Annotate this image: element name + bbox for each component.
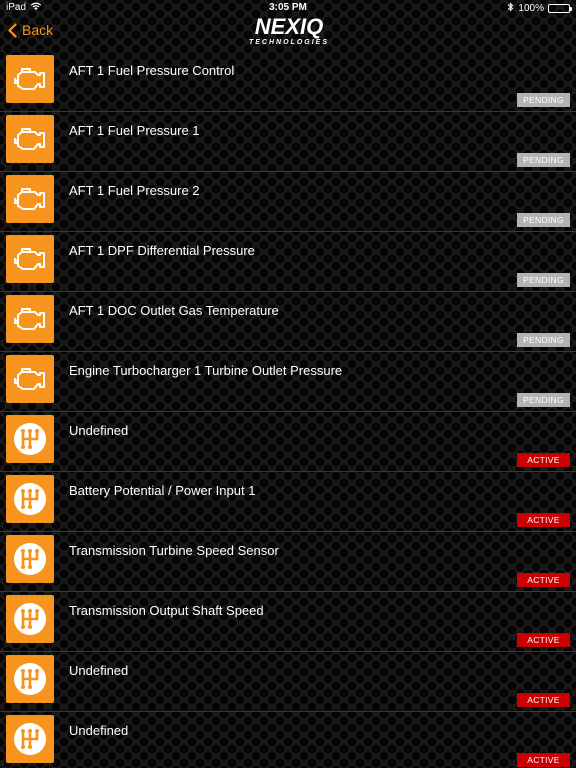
- transmission-icon: [6, 415, 54, 463]
- engine-icon: [6, 175, 54, 223]
- transmission-icon: [6, 535, 54, 583]
- list-item-label: AFT 1 Fuel Pressure 1: [69, 123, 200, 138]
- status-badge: ACTIVE: [517, 693, 570, 707]
- list-item-label: Undefined: [69, 423, 129, 438]
- status-badge: ACTIVE: [517, 573, 570, 587]
- list-item-label: AFT 1 Fuel Pressure 2: [69, 183, 200, 198]
- list-item[interactable]: Transmission Output Shaft Speed ACTIVE: [0, 592, 576, 652]
- transmission-icon: [6, 655, 54, 703]
- engine-icon: [6, 235, 54, 283]
- list-item-label: Engine Turbocharger 1 Turbine Outlet Pre…: [69, 363, 343, 378]
- list-item-label: Undefined: [69, 663, 129, 678]
- list-item-label: Transmission Turbine Speed Sensor: [69, 543, 279, 558]
- list-item[interactable]: AFT 1 DPF Differential Pressure PENDING: [0, 232, 576, 292]
- list-item[interactable]: AFT 1 DOC Outlet Gas Temperature PENDING: [0, 292, 576, 352]
- list-item[interactable]: AFT 1 Fuel Pressure 1 PENDING: [0, 112, 576, 172]
- battery-icon: [548, 4, 572, 13]
- screen: iPad 3:05 PM 100% Back NEXIQ TECHNOLOGIE…: [0, 0, 576, 768]
- list-item[interactable]: Undefined ACTIVE: [0, 412, 576, 472]
- status-badge: PENDING: [517, 213, 570, 227]
- back-label: Back: [22, 22, 54, 38]
- status-badge: PENDING: [517, 273, 570, 287]
- transmission-icon: [6, 715, 54, 763]
- engine-icon: [6, 355, 54, 403]
- list-item[interactable]: Undefined ACTIVE: [0, 712, 576, 768]
- engine-icon: [6, 55, 54, 103]
- status-badge: PENDING: [517, 153, 570, 167]
- back-button[interactable]: Back: [8, 22, 53, 38]
- status-badge: ACTIVE: [517, 513, 570, 527]
- transmission-icon: [6, 595, 54, 643]
- list-item-label: AFT 1 Fuel Pressure Control: [69, 63, 235, 78]
- list-item[interactable]: Undefined ACTIVE: [0, 652, 576, 712]
- status-badge: PENDING: [517, 93, 570, 107]
- status-badge: ACTIVE: [517, 633, 570, 647]
- transmission-icon: [6, 475, 54, 523]
- list-item-label: Battery Potential / Power Input 1: [69, 483, 256, 498]
- engine-icon: [6, 115, 54, 163]
- list-item-label: Undefined: [69, 723, 129, 738]
- clock: 3:05 PM: [269, 2, 307, 13]
- bluetooth-icon: [507, 2, 514, 15]
- logo-brand: NEXIQ: [254, 14, 324, 39]
- battery-percent: 100%: [518, 3, 544, 14]
- logo-subtitle: TECHNOLOGIES: [248, 39, 329, 46]
- status-badge: ACTIVE: [517, 753, 570, 767]
- list-item[interactable]: Battery Potential / Power Input 1 ACTIVE: [0, 472, 576, 532]
- fault-list: AFT 1 Fuel Pressure Control PENDING AFT 1…: [0, 52, 576, 768]
- list-item[interactable]: AFT 1 Fuel Pressure Control PENDING: [0, 52, 576, 112]
- engine-icon: [6, 295, 54, 343]
- list-item[interactable]: AFT 1 Fuel Pressure 2 PENDING: [0, 172, 576, 232]
- status-badge: ACTIVE: [517, 453, 570, 467]
- nexiq-logo: NEXIQ TECHNOLOGIES: [244, 16, 334, 50]
- chevron-left-icon: [8, 22, 17, 38]
- list-item[interactable]: Transmission Turbine Speed Sensor ACTIVE: [0, 532, 576, 592]
- list-item[interactable]: Engine Turbocharger 1 Turbine Outlet Pre…: [0, 352, 576, 412]
- list-item-label: Transmission Output Shaft Speed: [69, 603, 264, 618]
- list-item-label: AFT 1 DPF Differential Pressure: [69, 243, 255, 258]
- nav-bar: Back NEXIQ TECHNOLOGIES: [0, 16, 576, 52]
- status-right: 100%: [507, 2, 572, 15]
- status-badge: PENDING: [517, 393, 570, 407]
- status-badge: PENDING: [517, 333, 570, 347]
- list-item-label: AFT 1 DOC Outlet Gas Temperature: [69, 303, 279, 318]
